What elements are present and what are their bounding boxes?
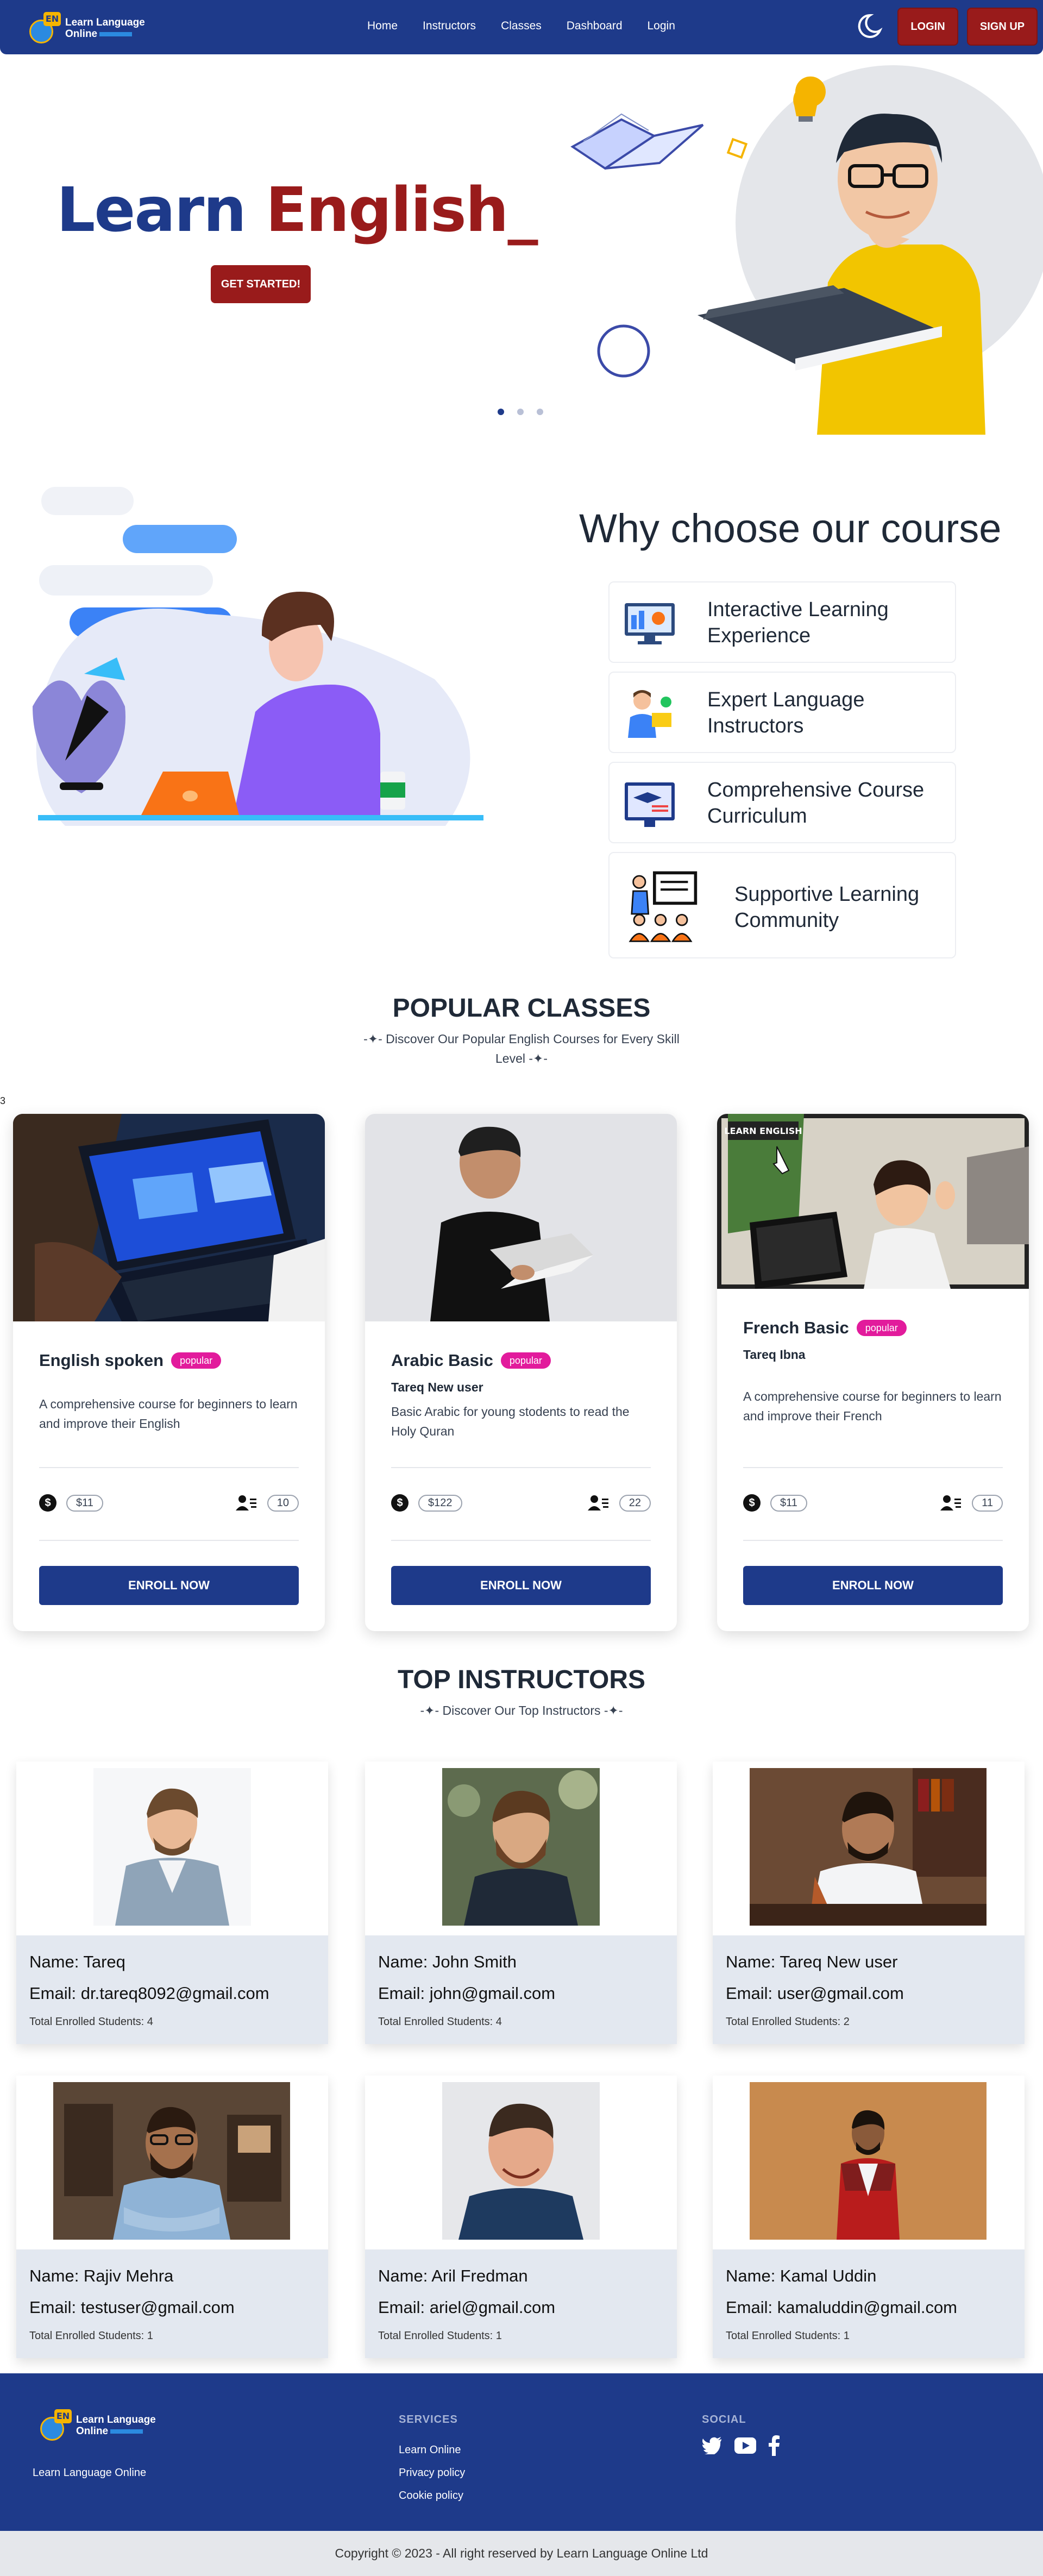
page-canvas [0, 0, 1043, 2576]
